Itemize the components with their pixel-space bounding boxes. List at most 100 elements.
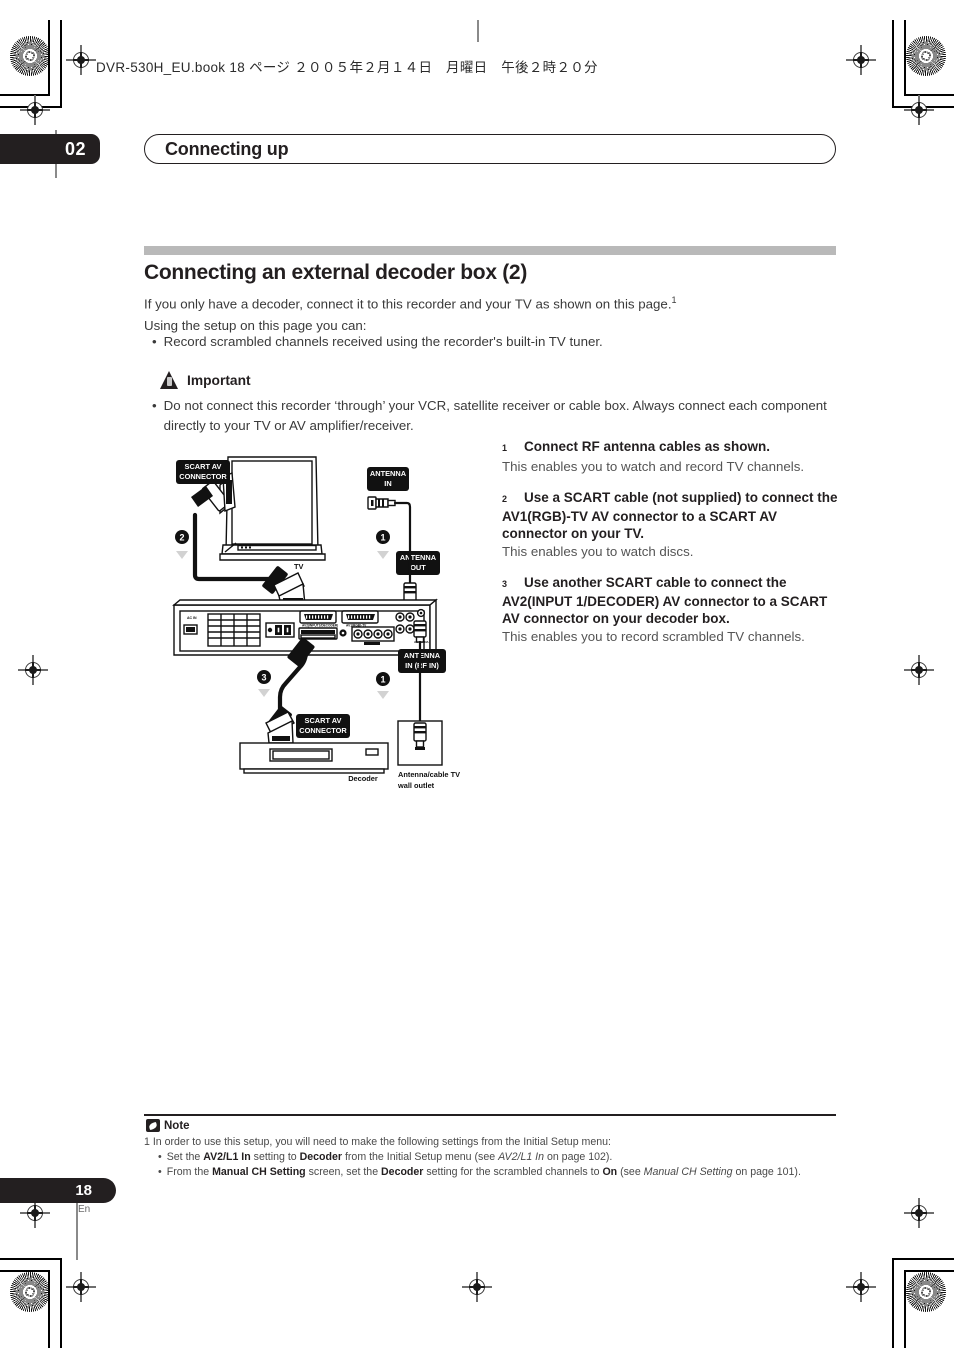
- step-3-heading-text: Use another SCART cable to connect the A…: [502, 575, 828, 626]
- label-antenna-in: ANTENNA IN: [367, 467, 409, 491]
- recorder-vent-grid: [207, 613, 261, 647]
- note-item-1: • Set the AV2/L1 In setting to Decoder f…: [144, 1150, 844, 1165]
- note-item-2-text: From the Manual CH Setting screen, set t…: [166, 1166, 801, 1178]
- recorder-av1-plug: [262, 566, 306, 606]
- note-body: 1 In order to use this setup, you will n…: [144, 1135, 844, 1180]
- recorder-digital-out: [265, 622, 295, 638]
- step-2-heading-text: Use a SCART cable (not supplied) to conn…: [502, 490, 838, 541]
- registration-mark-right-middle: [904, 655, 934, 685]
- label-scart-av-connector-tv: SCART AV CONNECTOR: [176, 460, 230, 484]
- registration-mark-bottom-center: [462, 1272, 492, 1302]
- registration-mark-top-right: [846, 45, 876, 75]
- decoder-scart-plug: [265, 706, 295, 744]
- important-heading: Important: [160, 371, 251, 389]
- bullet-dot-icon: •: [152, 334, 157, 349]
- label-scart-tv-line2: CONNECTOR: [179, 472, 227, 481]
- bullet-dot-icon: •: [152, 398, 157, 413]
- callout-3-arrow: [258, 689, 270, 697]
- list-item-text: Record scrambled channels received using…: [163, 334, 603, 349]
- tv-antenna-in-plug: [367, 496, 396, 510]
- callout-1-top-number: 1: [380, 533, 385, 543]
- registration-mark-bottom-right: [846, 1272, 876, 1302]
- note-heading: Note: [146, 1119, 190, 1132]
- registration-mark-bottom-left: [66, 1272, 96, 1302]
- list-item-text: Do not connect this recorder ‘through’ y…: [163, 398, 827, 433]
- label-scart-tv-line1: SCART AV: [185, 462, 222, 471]
- step-2-heading: 2 Use a SCART cable (not supplied) to con…: [502, 489, 838, 542]
- intro-line-1-text: If you only have a decoder, connect it t…: [144, 296, 672, 312]
- page-number-badge: 18: [0, 1178, 116, 1203]
- bullet-dot-icon: •: [158, 1166, 162, 1178]
- chapter-title: Connecting up: [165, 138, 289, 159]
- step-2-detail: This enables you to watch discs.: [502, 544, 694, 559]
- registration-mark-left-upper: [20, 95, 50, 125]
- wall-outlet-caption-line2: wall outlet: [397, 781, 435, 790]
- chapter-number: 02: [64, 138, 86, 159]
- label-antenna-rf-in: ANTENNA IN (RF IN): [398, 649, 446, 673]
- step-2: 2 Use a SCART cable (not supplied) to con…: [502, 489, 838, 561]
- registration-mark-left-middle: [18, 655, 48, 685]
- note-divider-rule: [144, 1114, 836, 1116]
- page-title: Connecting an external decoder box (2): [144, 261, 528, 284]
- label-antenna-in-line2: IN: [384, 479, 391, 488]
- callout-1-bottom: 1: [376, 672, 390, 699]
- important-label: Important: [187, 372, 251, 388]
- note-item-1-text: Set the AV2/L1 In setting to Decoder fro…: [166, 1151, 613, 1163]
- page-number: 18: [75, 1182, 92, 1199]
- step-2-number: 2: [502, 494, 508, 504]
- callout-3-number: 3: [261, 673, 266, 683]
- note-item-2: • From the Manual CH Setting screen, set…: [144, 1165, 844, 1180]
- svg-text:AV2(INPUT1/DECODER): AV2(INPUT1/DECODER): [302, 624, 338, 628]
- callout-1-top-arrow: [377, 551, 389, 559]
- wall-outlet-caption-line1: Antenna/cable TV: [398, 770, 460, 779]
- chapter-number-badge: 02: [0, 134, 100, 164]
- bullet-dot-icon: •: [158, 1151, 162, 1163]
- registration-mark-right-upper: [904, 95, 934, 125]
- crop-mark-bottom-right: [874, 1248, 954, 1348]
- label-antenna-rf-in-line1: ANTENNA: [404, 651, 441, 660]
- svg-text:AC IN: AC IN: [187, 616, 197, 620]
- print-file-header: DVR-530H_EU.book 18 ページ ２００５年２月１４日 月曜日 午…: [96, 60, 598, 75]
- step-1-detail: This enables you to watch and record TV …: [502, 459, 805, 474]
- note-intro: 1 In order to use this setup, you will n…: [144, 1136, 611, 1148]
- callout-3: 3: [257, 670, 271, 697]
- callout-1-top: 1: [376, 530, 390, 559]
- label-antenna-rf-in-line2: IN (RF IN): [405, 661, 439, 670]
- section-divider-rule: [144, 246, 836, 255]
- callout-1-bottom-number: 1: [380, 675, 385, 685]
- decoder-caption: Decoder: [348, 774, 378, 783]
- step-3: 3 Use another SCART cable to connect the …: [502, 574, 838, 646]
- step-3-number: 3: [502, 579, 508, 589]
- list-item: • Record scrambled channels received usin…: [152, 332, 842, 352]
- callout-1-bottom-arrow: [377, 691, 389, 699]
- page-language-code: En: [78, 1204, 91, 1215]
- label-antenna-in-line1: ANTENNA: [370, 469, 407, 478]
- wall-outlet-illustration: [397, 720, 443, 766]
- tv-illustration: [219, 456, 326, 561]
- step-3-detail: This enables you to record scrambled TV …: [502, 629, 805, 644]
- warning-triangle-icon: [160, 371, 179, 389]
- registration-mark-right-lower: [904, 1198, 934, 1228]
- bleed-tick-top: [477, 20, 479, 42]
- section-intro: If you only have a decoder, connect it t…: [144, 289, 844, 337]
- instruction-steps: 1 Connect RF antenna cables as shown. Thi…: [502, 438, 838, 659]
- chapter-title-bar: Connecting up: [144, 134, 836, 164]
- important-bullet-list: • Do not connect this recorder ‘through’ …: [152, 396, 842, 435]
- list-item: • Do not connect this recorder ‘through’ …: [152, 396, 842, 435]
- section-bullet-list: • Record scrambled channels received usin…: [152, 332, 842, 352]
- intro-line-1: If you only have a decoder, connect it t…: [144, 289, 844, 315]
- note-icon: [146, 1119, 160, 1132]
- label-antenna-out-line2: OUT: [410, 563, 426, 572]
- label-antenna-out: ANTENNA OUT: [396, 551, 440, 575]
- label-scart-av-connector-decoder: SCART AV CONNECTOR: [296, 714, 350, 738]
- step-1-heading: 1 Connect RF antenna cables as shown.: [502, 438, 838, 457]
- tv-caption: TV: [294, 562, 304, 571]
- callout-2: 2: [175, 530, 189, 559]
- step-1-number: 1: [502, 443, 508, 453]
- note-label: Note: [164, 1119, 190, 1132]
- decoder-illustration: [239, 742, 389, 774]
- callout-2-arrow: [176, 551, 188, 559]
- callout-2-number: 2: [179, 533, 184, 543]
- step-3-heading: 3 Use another SCART cable to connect the …: [502, 574, 838, 627]
- connection-diagram: .ln{fill:none;stroke:#111;stroke-width:1…: [168, 455, 468, 805]
